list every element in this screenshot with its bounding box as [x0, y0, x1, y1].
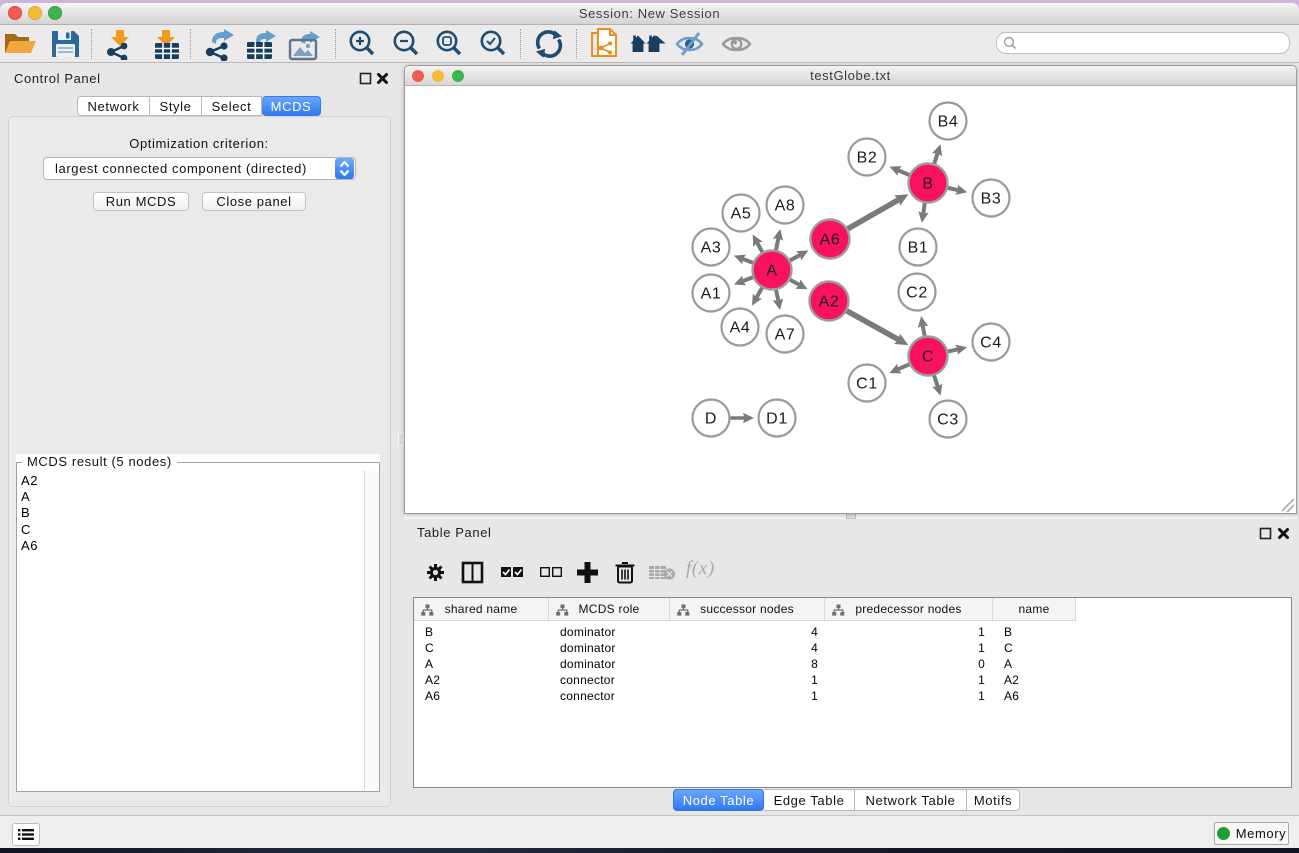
svg-text:B4: B4 [938, 114, 959, 131]
svg-text:A6: A6 [820, 232, 841, 249]
svg-text:A3: A3 [701, 240, 722, 257]
svg-text:C3: C3 [937, 412, 959, 429]
svg-text:A5: A5 [731, 206, 752, 223]
svg-text:C4: C4 [980, 335, 1002, 352]
svg-text:C1: C1 [856, 376, 878, 393]
svg-text:C2: C2 [906, 285, 928, 302]
svg-text:D: D [705, 411, 717, 428]
svg-text:A: A [766, 263, 777, 280]
svg-text:B3: B3 [981, 191, 1002, 208]
svg-text:A1: A1 [701, 286, 722, 303]
svg-text:B1: B1 [908, 240, 929, 257]
svg-text:C: C [922, 349, 934, 366]
svg-text:A8: A8 [775, 198, 796, 215]
svg-text:A2: A2 [819, 294, 840, 311]
svg-text:D1: D1 [766, 411, 788, 428]
svg-text:B2: B2 [857, 150, 878, 167]
svg-text:A4: A4 [730, 320, 751, 337]
svg-text:A7: A7 [775, 327, 796, 344]
svg-text:B: B [922, 176, 933, 193]
